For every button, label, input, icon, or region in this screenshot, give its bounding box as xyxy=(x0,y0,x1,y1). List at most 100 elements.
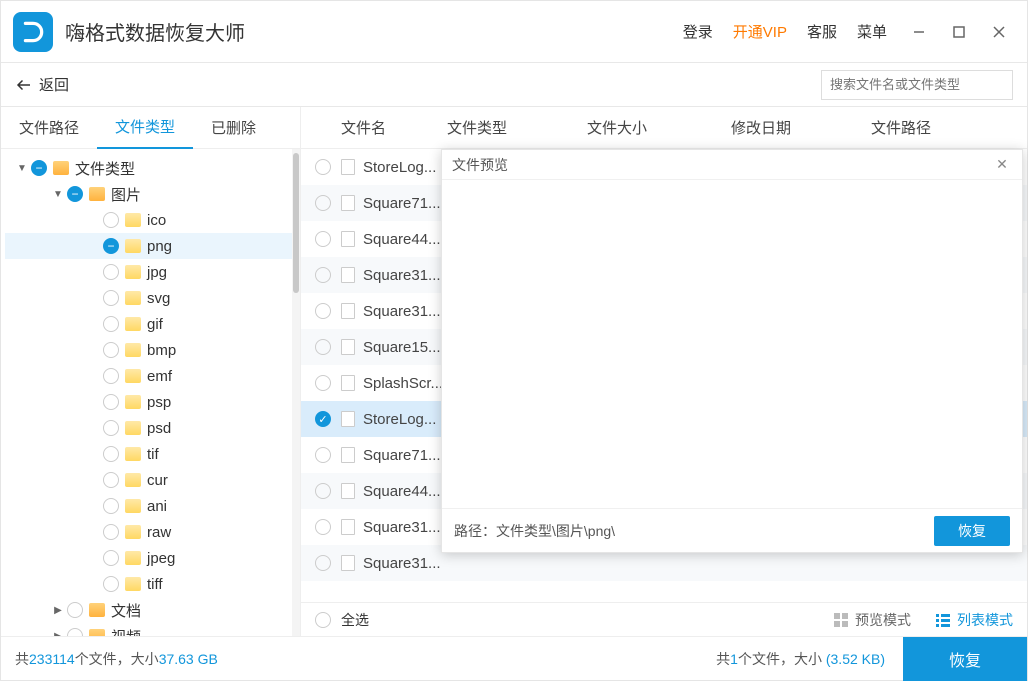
list-mode-button[interactable]: 列表模式 xyxy=(935,610,1013,630)
tree-checkbox[interactable] xyxy=(103,342,119,358)
tree-checkbox[interactable] xyxy=(67,628,83,636)
sidebar-scrollbar[interactable] xyxy=(292,149,300,636)
search-input[interactable] xyxy=(830,77,1006,92)
tree-checkbox[interactable]: − xyxy=(31,160,47,176)
tree-label: tiff xyxy=(147,576,163,593)
row-checkbox[interactable] xyxy=(315,195,331,211)
preview-path: 路径：文件类型\图片\png\ xyxy=(454,521,615,541)
tree-video[interactable]: ▶视频 xyxy=(5,623,300,636)
tree-type-cur[interactable]: cur xyxy=(5,467,300,493)
tree-twist-icon[interactable]: ▼ xyxy=(15,163,29,174)
row-checkbox[interactable] xyxy=(315,375,331,391)
row-checkbox[interactable] xyxy=(315,519,331,535)
tree-checkbox[interactable] xyxy=(103,498,119,514)
tree-type-psd[interactable]: psd xyxy=(5,415,300,441)
tree-checkbox[interactable] xyxy=(103,472,119,488)
col-date[interactable]: 修改日期 xyxy=(731,117,871,138)
sidebar-tabs: 文件路径 文件类型 已删除 xyxy=(1,107,300,149)
tree-type-tif[interactable]: tif xyxy=(5,441,300,467)
tree-checkbox[interactable]: − xyxy=(103,238,119,254)
folder-icon xyxy=(125,369,141,383)
row-checkbox[interactable] xyxy=(315,231,331,247)
tree-checkbox[interactable] xyxy=(67,602,83,618)
preview-close-button[interactable]: ✕ xyxy=(992,156,1012,173)
file-icon xyxy=(341,267,355,283)
tree-checkbox[interactable] xyxy=(103,420,119,436)
tree-type-gif[interactable]: gif xyxy=(5,311,300,337)
tree-type-svg[interactable]: svg xyxy=(5,285,300,311)
row-checkbox[interactable] xyxy=(315,483,331,499)
col-name[interactable]: 文件名 xyxy=(317,117,447,138)
tree-docs[interactable]: ▶ 文档 xyxy=(5,597,300,623)
sidebar-tab-type[interactable]: 文件类型 xyxy=(97,107,193,149)
tree-checkbox[interactable] xyxy=(103,290,119,306)
select-all-checkbox[interactable] xyxy=(315,612,331,628)
close-button[interactable] xyxy=(981,14,1017,50)
tree-checkbox[interactable] xyxy=(103,524,119,540)
file-icon xyxy=(341,519,355,535)
folder-icon xyxy=(125,239,141,253)
preview-mode-button[interactable]: 预览模式 xyxy=(833,610,911,630)
tree-label: 文档 xyxy=(111,600,141,621)
sidebar-scroll-thumb[interactable] xyxy=(293,153,299,293)
folder-icon xyxy=(89,629,105,636)
vip-link[interactable]: 开通VIP xyxy=(733,21,787,42)
row-checkbox[interactable] xyxy=(315,267,331,283)
sidebar-tab-deleted[interactable]: 已删除 xyxy=(193,107,274,149)
preview-mode-label: 预览模式 xyxy=(855,610,911,630)
col-path[interactable]: 文件路径 xyxy=(871,117,1027,138)
tree-twist-icon[interactable]: ▼ xyxy=(51,189,65,200)
tree-type-jpg[interactable]: jpg xyxy=(5,259,300,285)
tree-checkbox[interactable] xyxy=(103,446,119,462)
folder-icon xyxy=(125,421,141,435)
row-checkbox[interactable]: ✓ xyxy=(315,411,331,427)
tree-type-jpeg[interactable]: jpeg xyxy=(5,545,300,571)
row-checkbox[interactable] xyxy=(315,555,331,571)
folder-icon xyxy=(125,291,141,305)
tree-type-emf[interactable]: emf xyxy=(5,363,300,389)
file-icon xyxy=(341,231,355,247)
back-arrow-icon xyxy=(15,76,33,94)
tree-type-ani[interactable]: ani xyxy=(5,493,300,519)
tree-checkbox[interactable] xyxy=(103,316,119,332)
row-checkbox[interactable] xyxy=(315,159,331,175)
tree-type-raw[interactable]: raw xyxy=(5,519,300,545)
back-button[interactable]: 返回 xyxy=(15,74,69,95)
service-link[interactable]: 客服 xyxy=(807,21,837,42)
tree-type-psp[interactable]: psp xyxy=(5,389,300,415)
tree-twist-icon[interactable]: ▶ xyxy=(51,605,65,616)
col-type[interactable]: 文件类型 xyxy=(447,117,587,138)
row-checkbox[interactable] xyxy=(315,447,331,463)
tree-label: jpg xyxy=(147,264,167,281)
login-link[interactable]: 登录 xyxy=(683,21,713,42)
minimize-button[interactable] xyxy=(901,14,937,50)
selected-files-label: 共1个文件，大小 (3.52 KB) xyxy=(716,649,885,669)
tree-root[interactable]: ▼−文件类型 xyxy=(5,155,300,181)
recover-button[interactable]: 恢复 xyxy=(903,637,1027,681)
tree-type-bmp[interactable]: bmp xyxy=(5,337,300,363)
tree-checkbox[interactable]: − xyxy=(67,186,83,202)
tree-type-png[interactable]: −png xyxy=(5,233,300,259)
maximize-button[interactable] xyxy=(941,14,977,50)
folder-icon xyxy=(125,525,141,539)
col-size[interactable]: 文件大小 xyxy=(587,117,731,138)
tree-checkbox[interactable] xyxy=(103,368,119,384)
preview-recover-button[interactable]: 恢复 xyxy=(934,516,1010,546)
tree-checkbox[interactable] xyxy=(103,212,119,228)
tree-images[interactable]: ▼−图片 xyxy=(5,181,300,207)
row-checkbox[interactable] xyxy=(315,303,331,319)
tree-checkbox[interactable] xyxy=(103,264,119,280)
tree-checkbox[interactable] xyxy=(103,550,119,566)
tree-type-ico[interactable]: ico xyxy=(5,207,300,233)
tree-checkbox[interactable] xyxy=(103,576,119,592)
search-box[interactable] xyxy=(821,70,1013,100)
menu-link[interactable]: 菜单 xyxy=(857,21,887,42)
statusbar: 共233114个文件，大小37.63 GB 共1个文件，大小 (3.52 KB)… xyxy=(1,636,1027,680)
row-checkbox[interactable] xyxy=(315,339,331,355)
tree-checkbox[interactable] xyxy=(103,394,119,410)
tree-label: ani xyxy=(147,498,167,515)
tree-type-tiff[interactable]: tiff xyxy=(5,571,300,597)
preview-title: 文件预览 xyxy=(452,155,508,175)
sidebar-tab-path[interactable]: 文件路径 xyxy=(1,107,97,149)
tree-twist-icon[interactable]: ▶ xyxy=(51,631,65,637)
